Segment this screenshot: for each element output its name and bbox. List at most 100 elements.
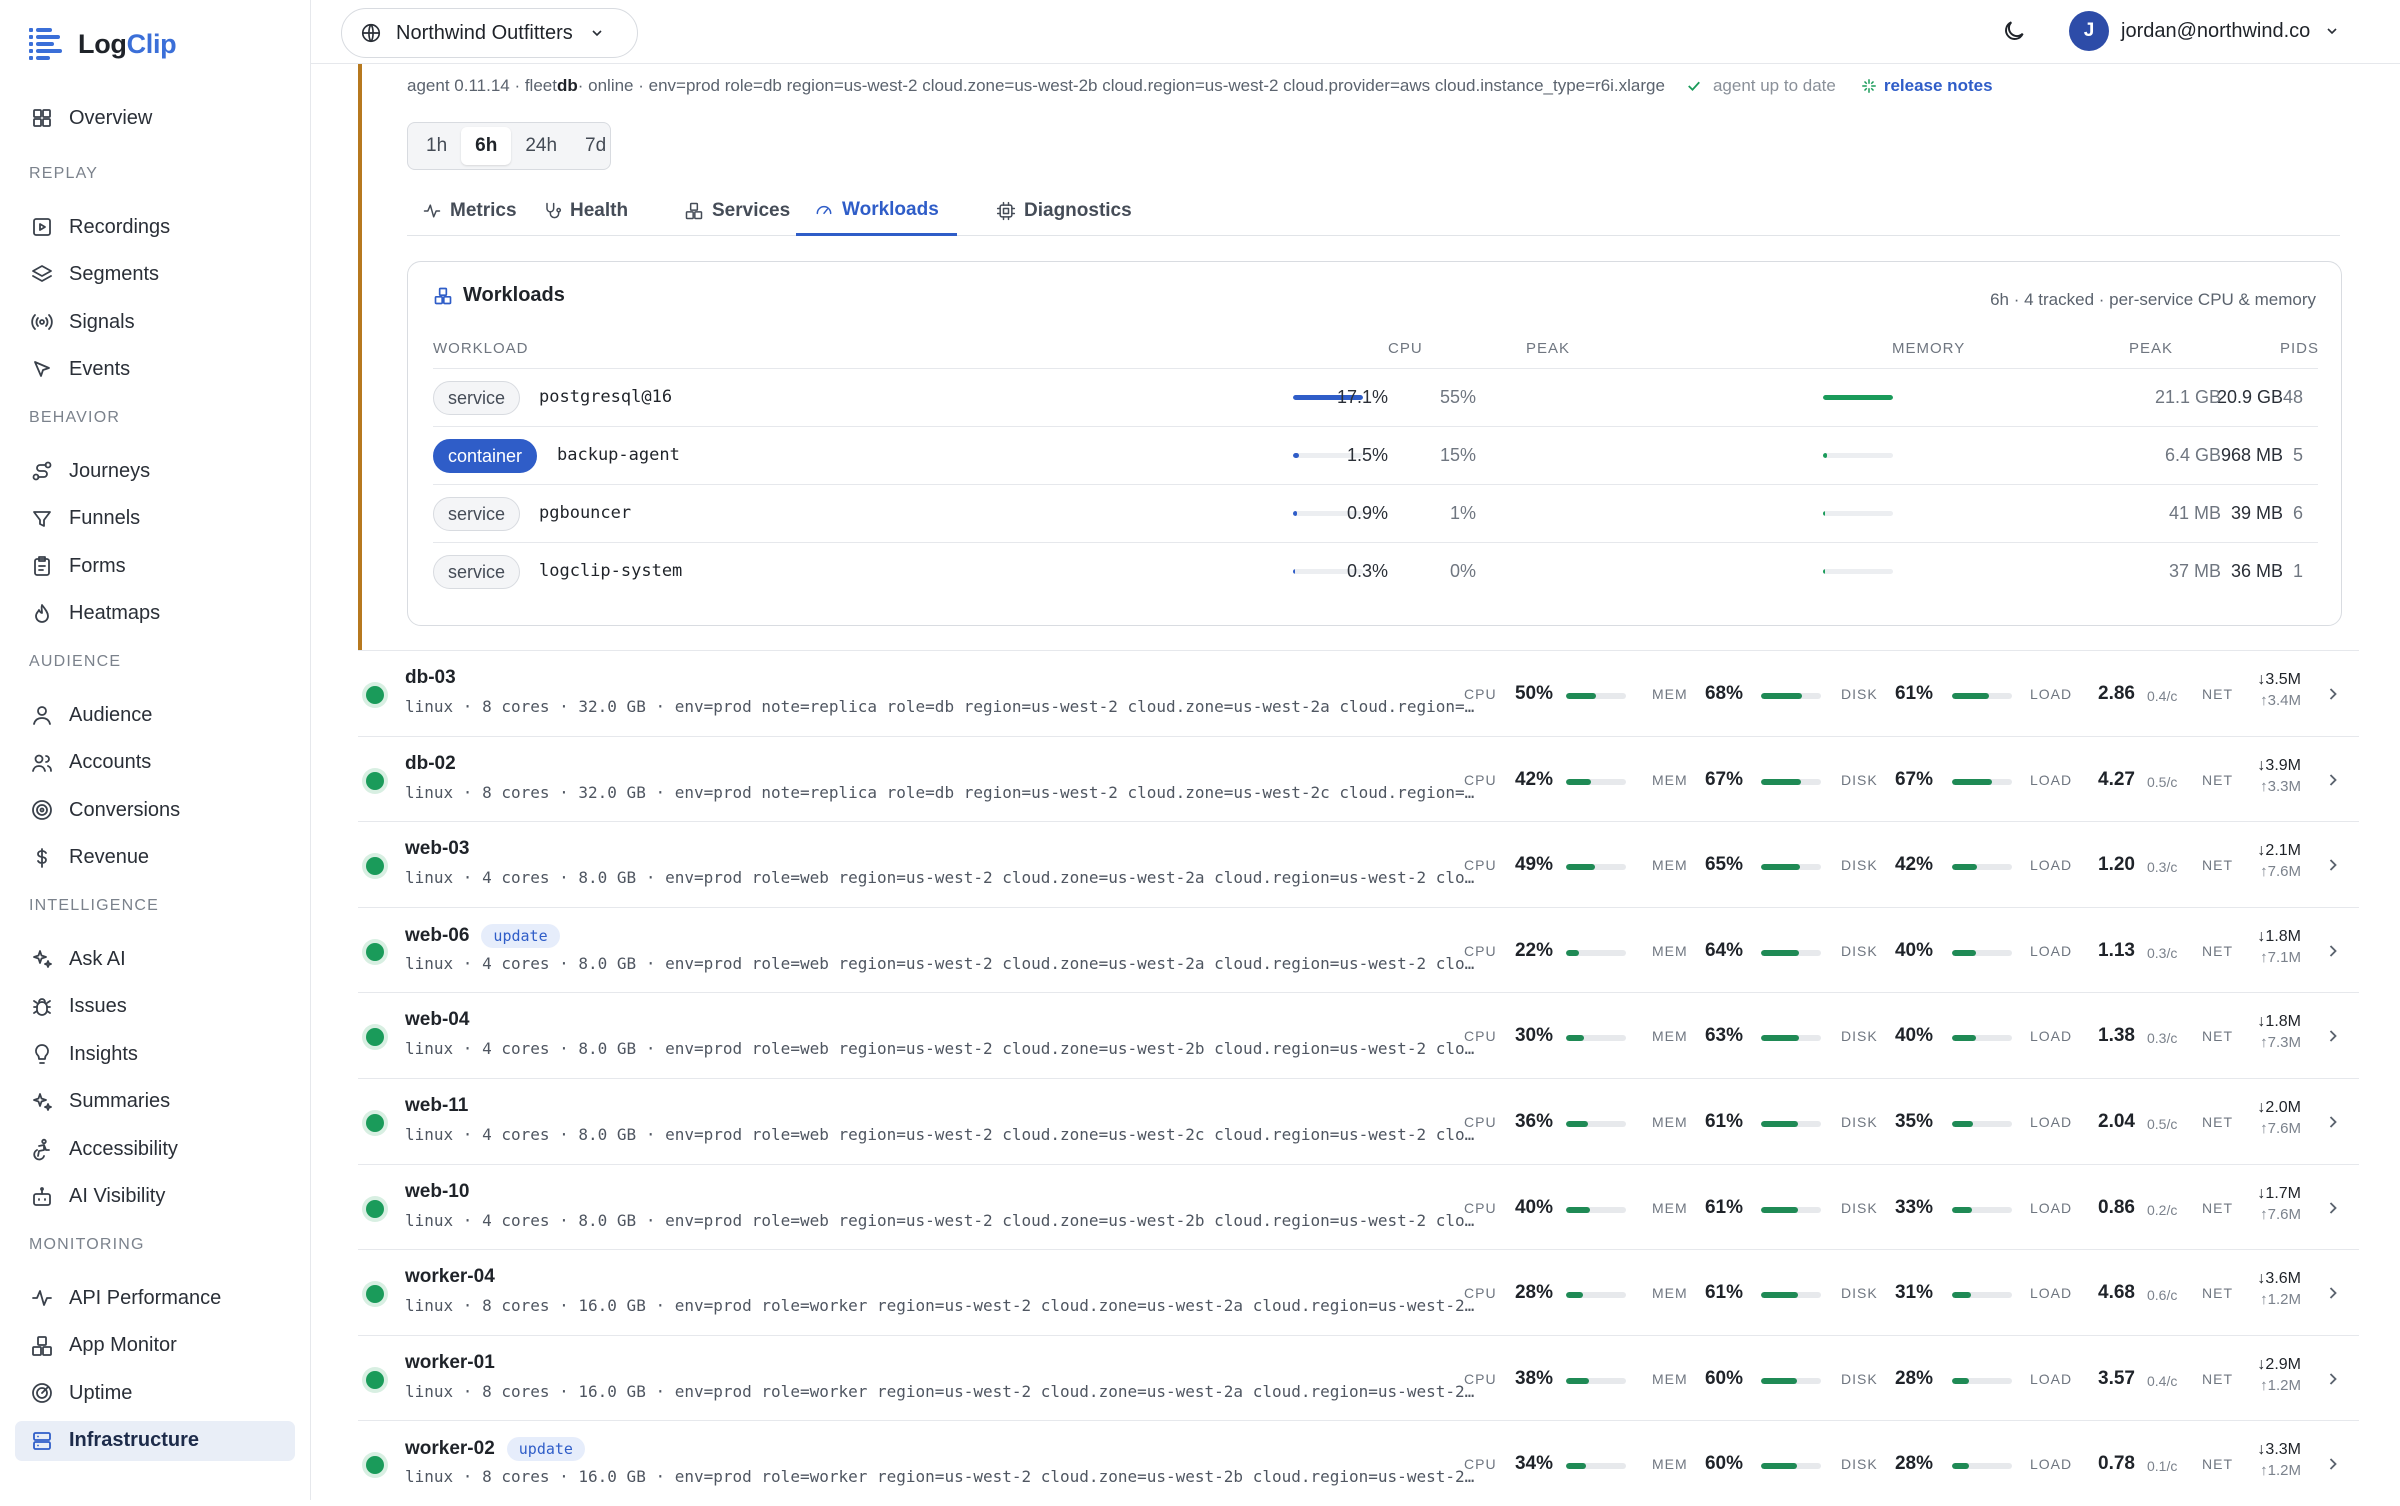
metric-label-cpu: CPU: [1464, 1028, 1497, 1045]
chevron-right-icon[interactable]: [2323, 1369, 2343, 1389]
sidebar-item-journeys[interactable]: Journeys: [15, 451, 295, 491]
metric-value-mem: 61%: [1704, 1196, 1743, 1218]
host-name: web-10: [405, 1181, 469, 1203]
range-6h[interactable]: 6h: [461, 127, 512, 165]
sidebar-item-revenue[interactable]: Revenue: [15, 838, 295, 878]
tab-services[interactable]: Services: [684, 186, 790, 236]
status-dot-icon: [366, 857, 384, 876]
net-throughput: ↓3.3M ↑1.2M: [2257, 1439, 2301, 1481]
host-row[interactable]: web-06 update linux · 4 cores · 8.0 GB · e…: [358, 906, 2359, 993]
user-email: jordan@northwind.co: [2121, 19, 2311, 42]
tab-workloads[interactable]: Workloads: [796, 186, 957, 236]
tab-health[interactable]: Health: [542, 186, 628, 236]
host-row[interactable]: web-03 linux · 4 cores · 8.0 GB · env=pro…: [358, 821, 2359, 907]
metric-label-disk: DISK: [1841, 1199, 1878, 1216]
tab-metrics[interactable]: Metrics: [422, 186, 517, 236]
metric-label-cpu: CPU: [1464, 942, 1497, 959]
metric-bar-cpu: [1566, 1206, 1626, 1213]
chevron-right-icon[interactable]: [2323, 941, 2343, 961]
sidebar-item-segments[interactable]: Segments: [15, 255, 295, 295]
logo[interactable]: LogClip: [26, 24, 177, 64]
tab-diagnostics[interactable]: Diagnostics: [996, 186, 1132, 236]
sidebar-item-api-performance[interactable]: API Performance: [15, 1278, 295, 1318]
sidebar-item-issues[interactable]: Issues: [15, 987, 295, 1027]
sidebar-item-forms[interactable]: Forms: [15, 546, 295, 586]
status-dot-icon: [366, 771, 384, 790]
host-description: linux · 8 cores · 16.0 GB · env=prod rol…: [405, 1381, 1475, 1401]
host-row[interactable]: web-04 linux · 4 cores · 8.0 GB · env=pro…: [358, 992, 2359, 1078]
metric-label-disk: DISK: [1841, 771, 1878, 788]
net-throughput: ↓2.1M ↑7.6M: [2257, 840, 2301, 882]
workload-row[interactable]: service postgresql@16 17.1% 55% 20.9 GB 21.1 …: [433, 368, 2318, 426]
range-7d[interactable]: 7d: [571, 127, 620, 165]
theme-toggle-moon-icon[interactable]: [2001, 18, 2027, 44]
update-badge[interactable]: update: [506, 1437, 585, 1462]
sidebar-item-ai-visibility[interactable]: AI Visibility: [15, 1177, 295, 1217]
host-row[interactable]: worker-01 linux · 8 cores · 16.0 GB · env…: [358, 1334, 2359, 1421]
host-row[interactable]: web-10 linux · 4 cores · 8.0 GB · env=pro…: [358, 1163, 2359, 1250]
sidebar-item-accessibility[interactable]: Accessibility: [15, 1129, 295, 1169]
chevron-right-icon[interactable]: [2323, 1198, 2343, 1218]
sidebar-item-insights[interactable]: Insights: [15, 1034, 295, 1074]
chevron-right-icon[interactable]: [2323, 1112, 2343, 1132]
release-notes-link[interactable]: release notes: [1860, 76, 1993, 96]
net-down: ↓3.5M: [2257, 671, 2301, 688]
sidebar-item-recordings[interactable]: Recordings: [15, 207, 295, 247]
host-row[interactable]: worker-02 update linux · 8 cores · 16.0 GB…: [358, 1420, 2359, 1506]
sidebar-item-audience[interactable]: Audience: [15, 695, 295, 735]
chevron-right-icon[interactable]: [2323, 855, 2343, 875]
sidebar-item-conversions[interactable]: Conversions: [15, 790, 295, 830]
net-up: ↑7.6M: [2260, 1205, 2301, 1223]
org-name: Northwind Outfitters: [396, 21, 573, 44]
org-switcher[interactable]: Northwind Outfitters: [341, 8, 638, 58]
sidebar-item-summaries[interactable]: Summaries: [15, 1082, 295, 1122]
metric-value-cpu: 42%: [1514, 768, 1553, 790]
sidebar-item-overview[interactable]: Overview: [15, 98, 295, 138]
user-icon: [29, 702, 55, 728]
route-icon: [29, 458, 55, 484]
workload-row[interactable]: service pgbouncer 0.9% 1% 39 MB 41 MB 6: [433, 484, 2318, 542]
col-mem-peak: PEAK: [2129, 340, 2174, 357]
chevron-down-icon: [2324, 23, 2340, 39]
sidebar-item-ask-ai[interactable]: Ask AI: [15, 939, 295, 979]
col-workload: WORKLOAD: [433, 340, 529, 357]
host-name: worker-04: [405, 1266, 495, 1288]
host-row[interactable]: db-02 linux · 8 cores · 32.0 GB · env=pro…: [358, 735, 2359, 822]
sidebar-item-accounts[interactable]: Accounts: [15, 743, 295, 783]
update-badge[interactable]: update: [481, 923, 560, 948]
sidebar-item-uptime[interactable]: Uptime: [15, 1373, 295, 1413]
range-1h[interactable]: 1h: [412, 127, 461, 165]
avatar: J: [2069, 11, 2109, 51]
metric-label-disk: DISK: [1841, 1028, 1878, 1045]
host-row[interactable]: worker-04 linux · 8 cores · 16.0 GB · env…: [358, 1249, 2359, 1335]
sidebar-item-infrastructure[interactable]: Infrastructure: [15, 1420, 295, 1461]
range-24h[interactable]: 24h: [511, 127, 571, 165]
workload-name: postgresql@16: [539, 387, 673, 407]
workload-memory: 39 MB: [2230, 503, 2283, 523]
sidebar-item-label: Ask AI: [69, 947, 126, 970]
sidebar-item-heatmaps[interactable]: Heatmaps: [15, 594, 295, 634]
workload-row[interactable]: service logclip-system 0.3% 0% 36 MB 37 MB 1: [433, 542, 2318, 600]
chevron-right-icon[interactable]: [2323, 770, 2343, 790]
host-row[interactable]: db-03 linux · 8 cores · 32.0 GB · env=pro…: [358, 650, 2359, 736]
workload-row[interactable]: container backup-agent 1.5% 15% 968 MB 6.4 GB…: [433, 426, 2318, 484]
user-menu[interactable]: J jordan@northwind.co: [2069, 11, 2340, 51]
metric-label-net: NET: [2202, 1456, 2233, 1473]
host-row[interactable]: web-11 linux · 4 cores · 8.0 GB · env=pro…: [358, 1078, 2359, 1164]
sidebar-item-events[interactable]: Events: [15, 350, 295, 390]
sidebar-item-funnels[interactable]: Funnels: [15, 499, 295, 539]
radio-signal-icon: [29, 309, 55, 335]
chevron-right-icon[interactable]: [2323, 684, 2343, 704]
sidebar-item-app-monitor[interactable]: App Monitor: [15, 1326, 295, 1366]
status-dot-icon: [366, 1285, 384, 1304]
metric-label-load: LOAD: [2030, 771, 2073, 788]
sidebar-item-signals[interactable]: Signals: [15, 302, 295, 342]
workload-cpu-peak: 15%: [1439, 445, 1476, 465]
net-down: ↓1.8M: [2257, 927, 2301, 945]
chevron-right-icon[interactable]: [2323, 1026, 2343, 1046]
boxes-icon: [433, 286, 453, 306]
sidebar-item-label: Accessibility: [69, 1137, 178, 1160]
metric-label-disk: DISK: [1841, 1114, 1878, 1130]
chevron-right-icon[interactable]: [2323, 1454, 2343, 1474]
chevron-right-icon[interactable]: [2323, 1283, 2343, 1303]
